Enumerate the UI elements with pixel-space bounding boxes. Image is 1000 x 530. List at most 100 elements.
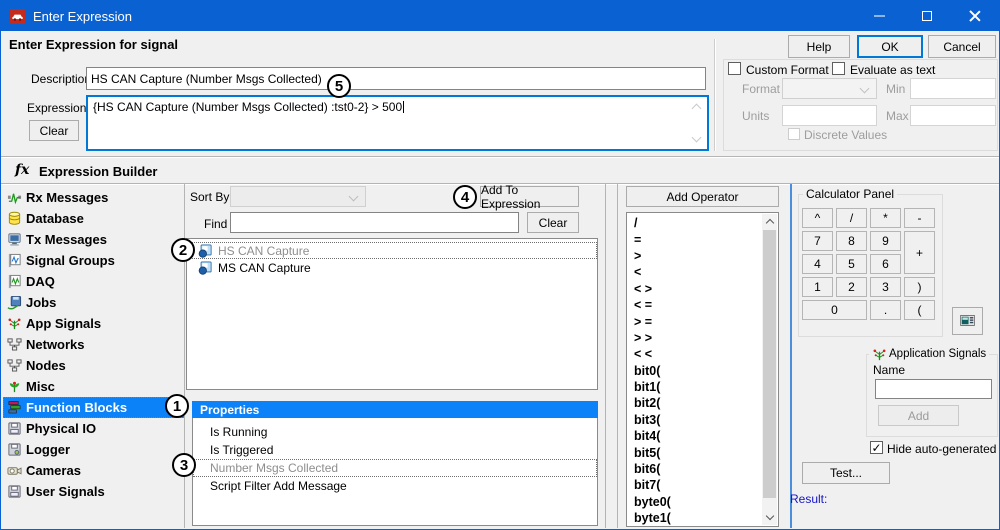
operator-item[interactable]: bit1( (627, 379, 762, 395)
property-row[interactable]: Number Msgs Collected (193, 459, 597, 477)
sidebar-item-label: Function Blocks (26, 400, 127, 415)
operator-item[interactable]: bit3( (627, 412, 762, 428)
operator-item[interactable]: = (627, 231, 762, 247)
property-row[interactable]: Is Running (193, 423, 597, 441)
sidebar-item-misc[interactable]: Misc (3, 376, 184, 397)
close-button[interactable] (951, 1, 999, 31)
evaluate-as-text-checkbox[interactable] (832, 62, 845, 75)
calc-key-+[interactable]: + (904, 231, 935, 274)
scrollbar-down-button[interactable] (762, 510, 777, 525)
units-input[interactable] (782, 105, 877, 126)
maximize-button[interactable] (903, 1, 951, 31)
sidebar-item-user-signals[interactable]: User Signals (3, 481, 184, 502)
properties-list: Is RunningIs TriggeredNumber Msgs Collec… (192, 418, 598, 526)
operator-item[interactable]: bit7( (627, 477, 762, 493)
calc-key-.[interactable]: . (870, 300, 901, 320)
calc-key-1[interactable]: 1 (802, 277, 833, 297)
calc-key-4[interactable]: 4 (802, 254, 833, 274)
operator-item[interactable]: < = (627, 297, 762, 313)
max-label: Max (886, 109, 909, 123)
calc-key-/[interactable]: / (836, 208, 867, 228)
name-input[interactable] (875, 379, 992, 399)
calc-key-9[interactable]: 9 (870, 231, 901, 251)
operator-item[interactable]: bit2( (627, 395, 762, 411)
find-input[interactable] (230, 212, 519, 233)
sidebar-item-signal-groups[interactable]: Signal Groups (3, 250, 184, 271)
sidebar-item-daq[interactable]: DAQ (3, 271, 184, 292)
calc-key-2[interactable]: 2 (836, 277, 867, 297)
calc-key-([interactable]: ( (904, 300, 935, 320)
calc-key-)[interactable]: ) (904, 277, 935, 297)
property-row[interactable]: Script Filter Add Message (193, 477, 597, 495)
sidebar-item-label: DAQ (26, 274, 55, 289)
operator-item[interactable]: bit4( (627, 428, 762, 444)
custom-format-checkbox[interactable] (728, 62, 741, 75)
check-icon: ✓ (871, 442, 881, 454)
format-dropdown[interactable] (782, 78, 877, 99)
operator-item[interactable]: < > (627, 281, 762, 297)
splitter-line-left[interactable] (605, 184, 606, 528)
help-button[interactable]: Help (788, 35, 850, 58)
add-to-expression-button[interactable]: Add To Expression (480, 186, 579, 207)
test-button[interactable]: Test... (802, 462, 890, 484)
add-button[interactable]: Add (878, 405, 959, 426)
operator-item[interactable]: < < (627, 346, 762, 362)
discrete-values-checkbox[interactable] (788, 128, 800, 140)
sidebar-item-label: Physical IO (26, 421, 96, 436)
min-input[interactable] (910, 78, 996, 99)
property-row[interactable]: Is Triggered (193, 441, 597, 459)
expression-clear-button[interactable]: Clear (29, 120, 79, 141)
calc-key-6[interactable]: 6 (870, 254, 901, 274)
operator-item[interactable]: / (627, 215, 762, 231)
calculator-button[interactable] (952, 307, 983, 335)
splitter-line-right[interactable] (617, 184, 618, 528)
add-operator-button[interactable]: Add Operator (626, 186, 779, 207)
scroll-up-icon[interactable] (692, 104, 702, 114)
operator-item[interactable]: byte1( (627, 510, 762, 526)
calc-key-*[interactable]: * (870, 208, 901, 228)
sidebar-item-function-blocks[interactable]: Function Blocks (3, 397, 184, 418)
operator-item[interactable]: < (627, 264, 762, 280)
scrollbar-thumb[interactable] (763, 230, 776, 498)
calc-key--[interactable]: - (904, 208, 935, 228)
operator-item[interactable]: byte0( (627, 494, 762, 510)
calc-key-^[interactable]: ^ (802, 208, 833, 228)
discrete-values-label: Discrete Values (804, 128, 887, 142)
sidebar-item-physical-io[interactable]: Physical IO (3, 418, 184, 439)
find-clear-button[interactable]: Clear (527, 212, 579, 233)
app-logo-icon[interactable] (10, 9, 25, 24)
operator-item[interactable]: bit0( (627, 363, 762, 379)
sidebar-item-app-signals[interactable]: App Signals (3, 313, 184, 334)
sidebar-item-database[interactable]: Database (3, 208, 184, 229)
scroll-down-icon[interactable] (692, 133, 702, 143)
sidebar-item-jobs[interactable]: Jobs (3, 292, 184, 313)
calc-key-8[interactable]: 8 (836, 231, 867, 251)
operator-item[interactable]: > (627, 248, 762, 264)
hide-auto-generated-checkbox[interactable]: ✓ (870, 441, 883, 454)
operator-item[interactable]: > = (627, 313, 762, 329)
sort-by-dropdown[interactable] (230, 186, 366, 207)
list-item[interactable]: MS CAN Capture (187, 259, 597, 276)
sidebar-item-tx-messages[interactable]: Tx Messages (3, 229, 184, 250)
expression-input[interactable]: {HS CAN Capture (Number Msgs Collected) … (86, 95, 709, 151)
calc-key-0[interactable]: 0 (802, 300, 867, 320)
sidebar-item-rx-messages[interactable]: Rx Messages (3, 187, 184, 208)
max-input[interactable] (910, 105, 996, 126)
calc-key-3[interactable]: 3 (870, 277, 901, 297)
sidebar-item-cameras[interactable]: Cameras (3, 460, 184, 481)
minimize-button[interactable] (855, 1, 903, 31)
scrollbar-up-button[interactable] (762, 214, 777, 229)
calc-key-7[interactable]: 7 (802, 231, 833, 251)
description-input[interactable] (86, 67, 706, 90)
cancel-button[interactable]: Cancel (928, 35, 996, 58)
sidebar-item-logger[interactable]: Logger (3, 439, 184, 460)
operator-item[interactable]: bit6( (627, 461, 762, 477)
operator-item[interactable]: bit5( (627, 444, 762, 460)
ok-button[interactable]: OK (857, 35, 923, 58)
sidebar-item-nodes[interactable]: Nodes (3, 355, 184, 376)
calc-key-5[interactable]: 5 (836, 254, 867, 274)
sidebar-item-networks[interactable]: Networks (3, 334, 184, 355)
operator-item[interactable]: > > (627, 330, 762, 346)
list-item[interactable]: HS CAN Capture (187, 242, 597, 259)
operator-scrollbar[interactable] (762, 214, 777, 525)
